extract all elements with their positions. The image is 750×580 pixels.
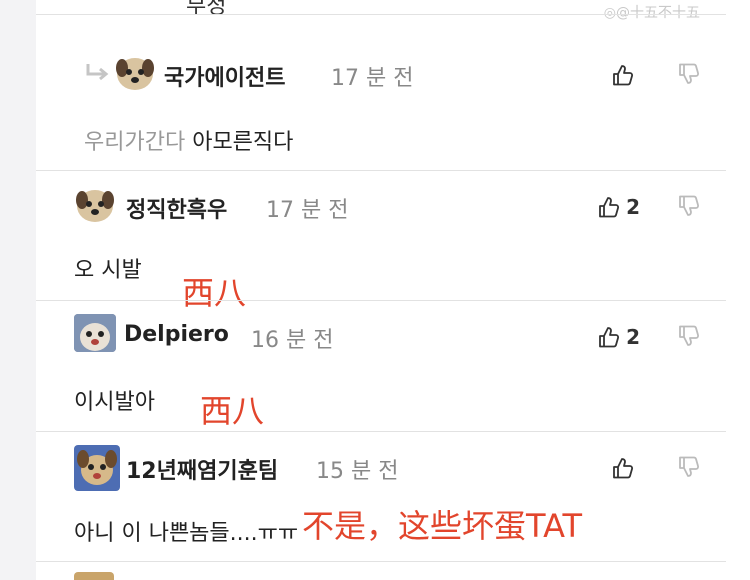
avatar[interactable] (114, 54, 156, 92)
thumbs-down-icon[interactable] (678, 325, 700, 347)
annotation-translation: 西八 (200, 392, 265, 430)
comment-reply: 국가에이전트 17 분 전 우리가간다 아모른직다 (36, 14, 726, 170)
timestamp: 17 분 전 (331, 66, 414, 91)
username[interactable]: 국가에이전트 (164, 60, 285, 92)
thumbs-down-icon[interactable] (678, 195, 700, 217)
comment-body: 아모른직다 (192, 130, 294, 155)
comment-body: 오 시발 (74, 258, 142, 283)
like-button[interactable]: 2 (598, 194, 640, 220)
thumbs-down-icon[interactable] (678, 456, 700, 478)
left-gutter (0, 0, 36, 580)
username[interactable]: Delpiero (124, 322, 229, 347)
reply-arrow-icon (84, 62, 110, 84)
comment: 정직한흑우 17 분 전 2 오 시발 西八 (36, 170, 726, 312)
comment: Delpiero 16 분 전 2 이시발아 西八 (36, 300, 726, 431)
timestamp: 17 분 전 (266, 198, 349, 223)
username[interactable]: 정직한흑우 (126, 192, 227, 224)
comment-header: Delpiero 16 분 전 2 (36, 314, 726, 354)
thumbs-up-icon (598, 326, 620, 348)
avatar[interactable] (74, 572, 114, 580)
comment-text: 우리가간다 아모른직다 (84, 124, 293, 156)
comment-header: 12년째염기훈팀 15 분 전 (36, 445, 726, 491)
thumbs-down-icon[interactable] (678, 63, 700, 85)
annotation-translation: 不是，这些坏蛋TAT (302, 507, 583, 545)
quoted-text: 우리가간다 (84, 130, 186, 155)
like-button[interactable]: 2 (598, 324, 640, 350)
avatar[interactable] (74, 445, 120, 491)
thumbs-up-icon (612, 457, 634, 479)
comment-header: 정직한흑우 17 분 전 2 (36, 186, 726, 226)
timestamp: 16 분 전 (251, 328, 334, 353)
comment-body: 이시발아 (74, 390, 155, 415)
comment: 12년째염기훈팀 15 분 전 아니 이 나쁜놈들....ㅠㅠ 不是，这些坏蛋T… (36, 431, 726, 561)
avatar[interactable] (74, 186, 116, 224)
comment-list: 부정 ◎@十五不十五 국가에이전트 17 분 전 우리가간다 아모른직다 정직한… (36, 0, 726, 580)
timestamp: 15 분 전 (316, 459, 399, 484)
separator (36, 561, 726, 562)
username[interactable]: 12년째염기훈팀 (126, 453, 278, 485)
comment-header: 국가에이전트 17 분 전 (36, 54, 726, 94)
comment-body: 아니 이 나쁜놈들....ㅠㅠ (74, 521, 299, 546)
thumbs-up-icon (598, 196, 620, 218)
like-count: 2 (626, 325, 640, 349)
thumbs-up-icon (612, 64, 634, 86)
avatar[interactable] (74, 314, 116, 352)
like-button[interactable] (612, 62, 640, 88)
like-button[interactable] (612, 455, 640, 481)
like-count: 2 (626, 195, 640, 219)
